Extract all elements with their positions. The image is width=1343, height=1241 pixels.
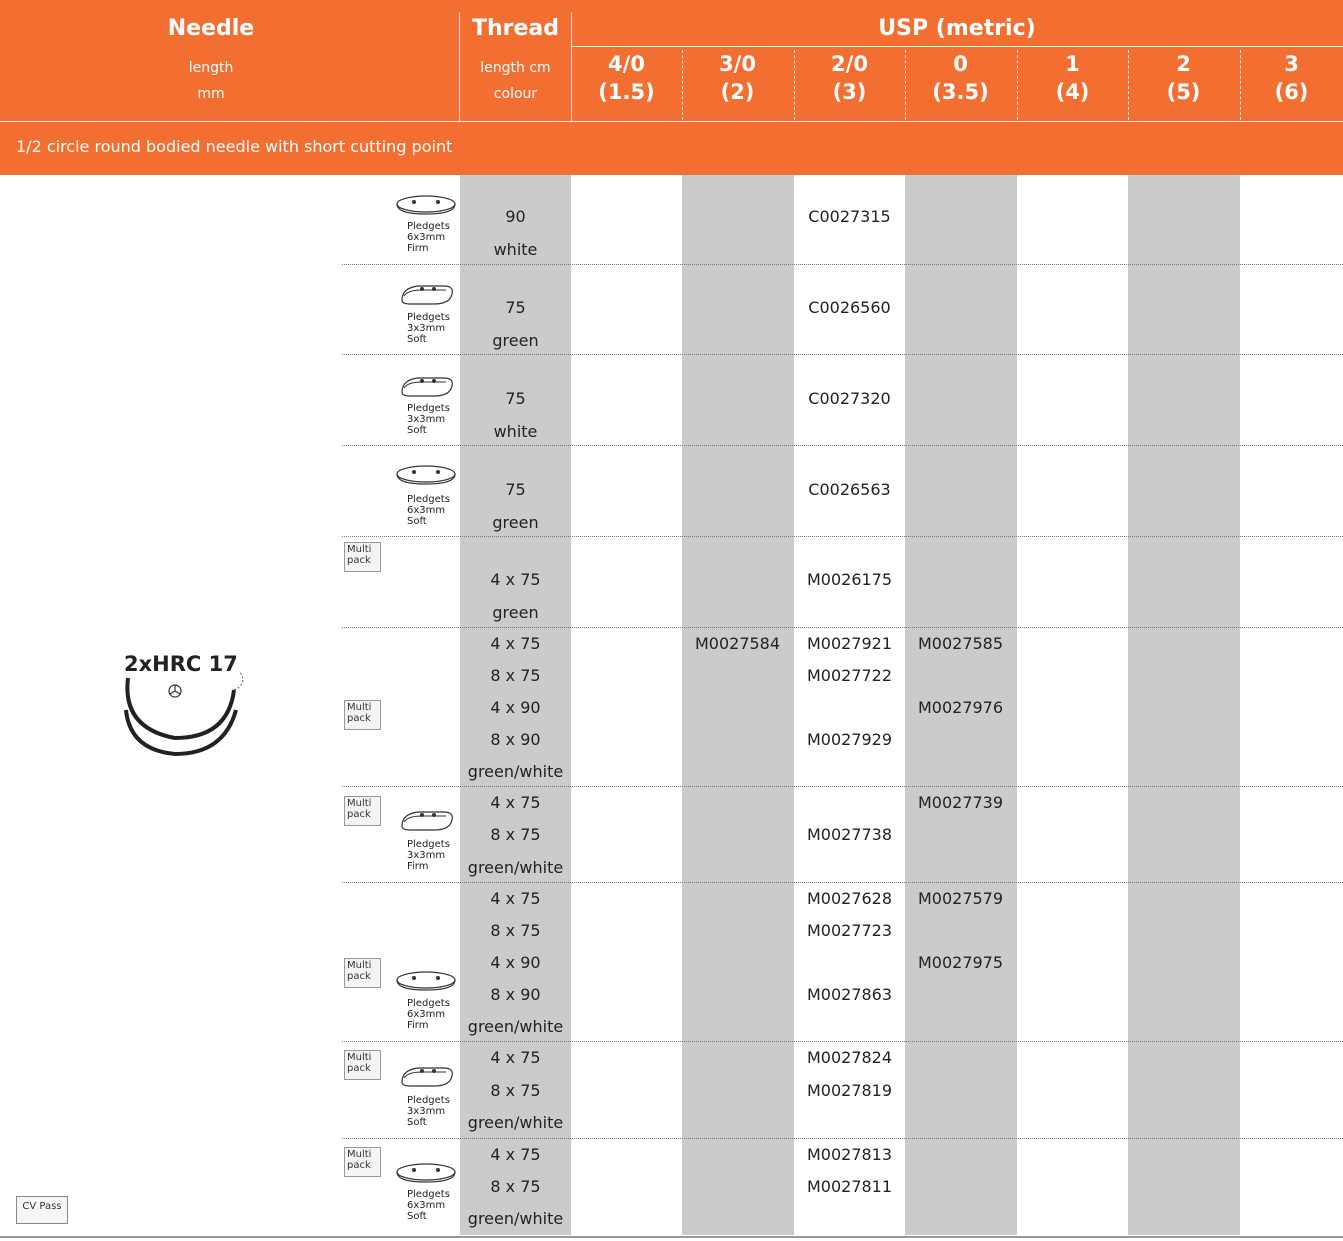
multipack-icon: Multi pack	[344, 542, 381, 572]
product-code: M0027813	[806, 1145, 893, 1164]
product-code: M0027584	[694, 634, 781, 653]
thread-length: 8 x 90	[490, 730, 541, 749]
product-code: M0027929	[806, 730, 893, 749]
thread-length: 4 x 90	[490, 698, 541, 717]
pledget-6x3-icon	[396, 1163, 456, 1183]
product-code: M0027921	[806, 634, 893, 653]
thread-length: 4 x 90	[490, 953, 541, 972]
thread-sub-length: length cm	[480, 60, 551, 76]
needle-sub-length: length	[188, 60, 234, 76]
usp-3: 3 (6)	[1274, 52, 1309, 104]
usp-2-0: 2/0 (3)	[831, 52, 868, 104]
needle-curve-icon	[124, 671, 244, 757]
thread-colour: green	[492, 603, 539, 622]
product-code: C0026563	[808, 480, 891, 499]
thread-length: 75	[505, 389, 526, 408]
thread-length: 8 x 75	[490, 921, 541, 940]
thread-colour: green/white	[467, 762, 564, 781]
product-code: M0027739	[917, 793, 1004, 812]
product-code: M0026175	[806, 570, 893, 589]
usp-1: 1 (4)	[1055, 52, 1090, 104]
thread-length: 4 x 75	[490, 889, 541, 908]
thread-length: 8 x 90	[490, 985, 541, 1004]
thread-colour: green/white	[467, 858, 564, 877]
thread-colour: green	[492, 513, 539, 532]
thread-length: 4 x 75	[490, 793, 541, 812]
pledget-label: Pledgets 3x3mm Firm	[407, 839, 450, 872]
product-code: M0027738	[806, 825, 893, 844]
thread-header: Thread	[471, 16, 560, 41]
thread-length: 4 x 75	[490, 570, 541, 589]
usp-0: 0 (3.5)	[932, 52, 989, 104]
thread-colour: green/white	[467, 1113, 564, 1132]
multipack-icon: Multi pack	[344, 796, 381, 826]
pledget-label: Pledgets 6x3mm Soft	[407, 1189, 450, 1222]
bottom-divider	[0, 1236, 1343, 1238]
needle-illustration: 2xHRC 17	[100, 650, 260, 765]
thread-colour: green/white	[467, 1017, 564, 1036]
multipack-icon: Multi pack	[344, 1050, 381, 1080]
product-code: C0027320	[808, 389, 891, 408]
pledget-6x3-icon	[396, 465, 456, 485]
product-code: C0026560	[808, 298, 891, 317]
product-code: M0027819	[806, 1081, 893, 1100]
thread-length: 4 x 75	[490, 1145, 541, 1164]
usp-4-0: 4/0 (1.5)	[598, 52, 655, 104]
pledget-3x3-icon	[401, 1067, 453, 1087]
thread-colour: white	[493, 422, 538, 441]
pledget-6x3-icon	[396, 195, 456, 215]
product-code: C0027315	[808, 207, 891, 226]
multipack-icon: Multi pack	[344, 700, 381, 730]
usp-header: USP (metric)	[878, 16, 1036, 41]
thread-length: 4 x 75	[490, 634, 541, 653]
product-code: M0027579	[917, 889, 1004, 908]
thread-length: 75	[505, 298, 526, 317]
product-code: M0027824	[806, 1048, 893, 1067]
thread-colour: white	[493, 240, 538, 259]
pledget-3x3-icon	[401, 285, 453, 305]
thread-length: 8 x 75	[490, 1081, 541, 1100]
thread-colour: green/white	[467, 1209, 564, 1228]
pledget-label: Pledgets 6x3mm Soft	[407, 494, 450, 527]
product-code: M0027975	[917, 953, 1004, 972]
thread-length: 8 x 75	[490, 666, 541, 685]
thread-sub-colour: colour	[493, 86, 538, 102]
table-header: Needle length mm Thread length cm colour…	[0, 0, 1343, 175]
product-code: M0027628	[806, 889, 893, 908]
thread-length: 75	[505, 480, 526, 499]
pledget-3x3-icon	[401, 377, 453, 397]
usp-3-0: 3/0 (2)	[719, 52, 756, 104]
needle-header: Needle	[167, 16, 255, 41]
usp-2: 2 (5)	[1166, 52, 1201, 104]
pledget-3x3-icon	[401, 811, 453, 831]
pledget-label: Pledgets 6x3mm Firm	[407, 998, 450, 1031]
product-code: M0027585	[917, 634, 1004, 653]
cv-pass-logo: CV Pass	[16, 1196, 68, 1224]
multipack-icon: Multi pack	[344, 958, 381, 988]
multipack-icon: Multi pack	[344, 1147, 381, 1177]
product-code: M0027722	[806, 666, 893, 685]
product-code: M0027811	[806, 1177, 893, 1196]
product-code: M0027863	[806, 985, 893, 1004]
thread-length: 8 x 75	[490, 1177, 541, 1196]
thread-colour: green	[492, 331, 539, 350]
pledget-label: Pledgets 3x3mm Soft	[407, 1095, 450, 1128]
product-code: M0027723	[806, 921, 893, 940]
thread-length: 8 x 75	[490, 825, 541, 844]
thread-length: 4 x 75	[490, 1048, 541, 1067]
pledget-6x3-icon	[396, 971, 456, 991]
section-title: 1/2 circle round bodied needle with shor…	[16, 137, 453, 156]
pledget-label: Pledgets 3x3mm Soft	[407, 312, 450, 345]
needle-sub-mm: mm	[197, 86, 225, 102]
pledget-label: Pledgets 3x3mm Soft	[407, 403, 450, 436]
thread-length: 90	[505, 207, 526, 226]
pledget-label: Pledgets 6x3mm Firm	[407, 221, 450, 254]
product-code: M0027976	[917, 698, 1004, 717]
